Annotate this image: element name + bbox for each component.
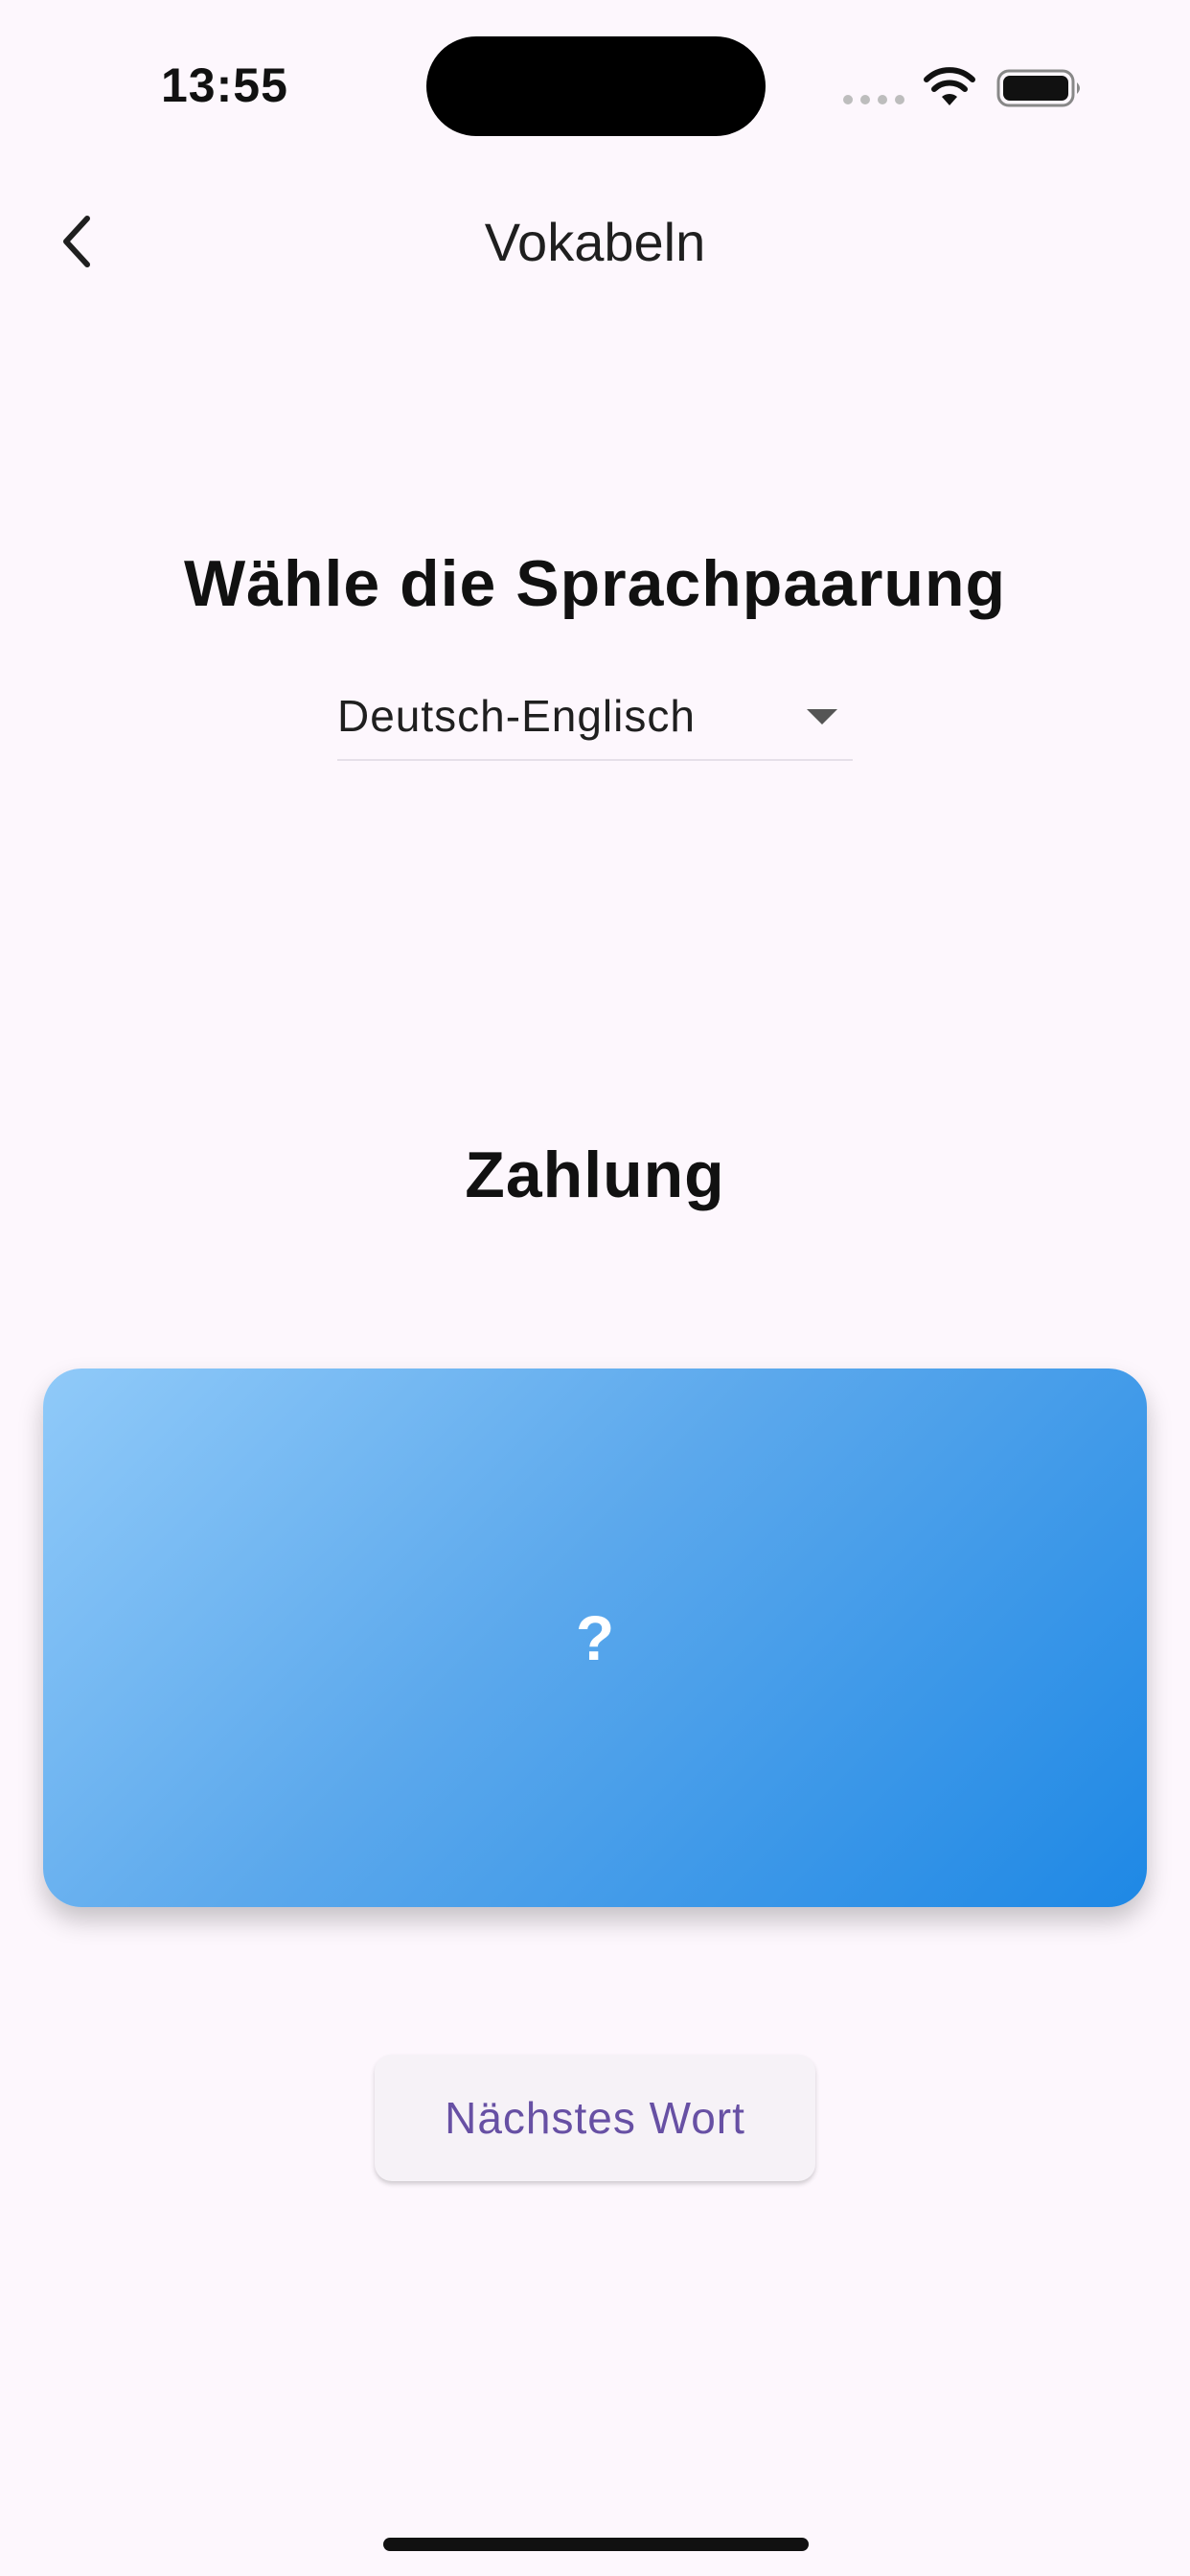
cellular-signal-icon [843,95,904,104]
dynamic-island [426,36,766,136]
home-indicator [383,2538,809,2551]
flashcard[interactable]: ? [43,1368,1147,1907]
status-time: 13:55 [161,58,288,112]
dropdown-selected-value: Deutsch-Englisch [337,691,696,741]
current-word: Zahlung [465,1138,725,1211]
page-title: Vokabeln [484,212,706,272]
language-pairing-dropdown[interactable]: Deutsch-Englisch [337,680,853,761]
pairing-heading: Wähle die Sprachpaarung [183,547,1007,620]
wifi-icon [924,67,975,105]
dropdown-arrow-icon [807,709,837,724]
next-word-button[interactable]: Nächstes Wort [375,2055,815,2181]
battery-icon [996,69,1080,107]
flashcard-text: ? [575,1602,615,1673]
